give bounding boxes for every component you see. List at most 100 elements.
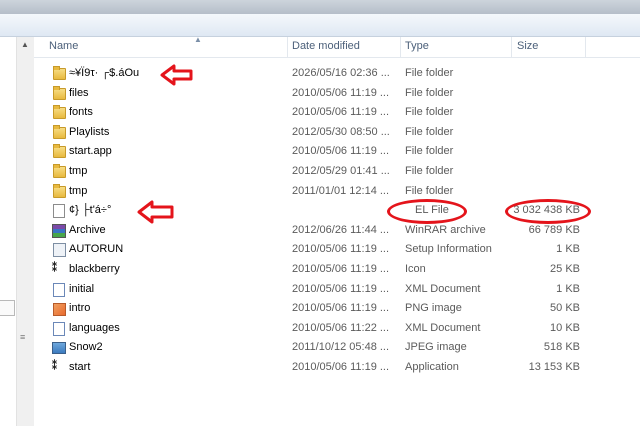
xml-icon [53,321,65,336]
scroll-up-arrow-icon[interactable]: ▲ [21,40,29,49]
item-type: File folder [405,106,454,119]
item-size: 13 153 KB [528,360,580,373]
item-date: 2010/05/06 11:19 ... [292,262,390,275]
item-date: 2010/05/06 11:19 ... [292,360,390,373]
item-name: initial [69,282,95,295]
item-name: ≈¥Ï9τ· ┌$.áOu [69,67,140,79]
item-size: 10 KB [550,321,580,334]
folder-icon [53,66,66,80]
item-type: PNG image [405,302,462,315]
item-type: File folder [405,164,454,177]
jpeg-icon [52,342,66,355]
item-date: 2010/05/06 11:19 ... [292,282,390,295]
item-name: Snow2 [69,341,103,354]
item-type: XML Document [405,321,481,334]
column-divider[interactable] [287,37,288,57]
item-date: 2010/05/06 11:19 ... [292,145,390,158]
setup-info-icon [53,243,66,258]
item-date: 2010/05/06 11:22 ... [292,321,390,334]
item-size: 518 KB [543,341,580,354]
list-item[interactable]: ⁑ blackberry 2010/05/06 11:19 ... Icon 2… [34,260,640,280]
item-size: 1 KB [556,243,580,256]
list-item[interactable]: fonts 2010/05/06 11:19 ... File folder [34,103,640,123]
item-name: intro [69,302,91,315]
item-type: File folder [405,67,454,79]
annotation-arrow-icon [160,64,193,86]
list-item[interactable]: intro 2010/05/06 11:19 ... PNG image 50 … [34,299,640,319]
item-date: 2011/01/01 12:14 ... [292,184,390,197]
item-name: AUTORUN [69,243,124,256]
column-divider[interactable] [511,37,512,57]
list-item[interactable]: Playlists 2012/05/30 08:50 ... File fold… [34,123,640,143]
folder-icon [53,105,66,120]
item-date: 2010/05/06 11:19 ... [292,243,390,256]
list-item[interactable]: initial 2010/05/06 11:19 ... XML Documen… [34,280,640,300]
list-item[interactable]: ≈¥Ï9τ· ┌$.áOu 2026/05/16 02:36 ... File … [34,64,640,84]
item-type: JPEG image [405,341,467,354]
list-item[interactable]: start.app 2010/05/06 11:19 ... File fold… [34,142,640,162]
item-date: 2011/10/12 05:48 ... [292,341,390,354]
item-size: 25 KB [550,262,580,275]
file-icon [53,204,65,219]
navigation-scrollbar[interactable]: ▲ ≡ [16,37,34,426]
list-item[interactable]: files 2010/05/06 11:19 ... File folder [34,84,640,104]
item-type: XML Document [405,282,481,295]
folder-icon [53,163,66,178]
item-name: blackberry [69,262,120,275]
column-type[interactable]: Type [405,40,429,52]
application-icon: ⁑ [52,360,57,372]
column-name[interactable]: Name [49,40,78,52]
folder-icon [53,124,66,139]
item-name: start.app [69,145,112,158]
folder-icon [53,183,66,198]
item-date: 2010/05/06 11:19 ... [292,86,390,99]
item-date: 2012/05/29 01:41 ... [292,164,390,177]
item-size: 50 KB [550,302,580,315]
column-header: ▲ Name Date modified Type Size [34,35,640,58]
folder-icon [53,144,66,159]
winrar-icon [52,223,66,238]
item-name: fonts [69,106,93,119]
annotation-circle [505,199,591,224]
item-date: 2010/05/06 11:19 ... [292,302,390,315]
item-name: files [69,86,89,99]
item-type: File folder [405,184,454,197]
item-type: File folder [405,125,454,138]
item-name: start [69,360,91,373]
title-bar [0,0,640,14]
item-date: 2012/06/26 11:44 ... [292,223,390,236]
column-divider[interactable] [400,37,401,57]
item-size: 66 789 KB [528,223,580,236]
item-type: File folder [405,145,454,158]
navigation-pane-item[interactable] [0,300,15,316]
item-name: Playlists [69,125,110,138]
item-name: tmp [69,184,88,197]
item-type: Icon [405,262,426,275]
list-item[interactable]: ⁑ start 2010/05/06 11:19 ... Application… [34,358,640,378]
column-date-modified[interactable]: Date modified [292,40,360,52]
list-item[interactable]: AUTORUN 2010/05/06 11:19 ... Setup Infor… [34,240,640,260]
column-divider[interactable] [585,37,586,57]
column-size[interactable]: Size [517,40,538,52]
item-name: Archive [69,223,106,236]
annotation-arrow-icon [137,200,174,224]
scroll-grip-icon[interactable]: ≡ [20,332,25,342]
annotation-circle [387,199,467,224]
item-type: File folder [405,86,454,99]
item-name: tmp [69,164,88,177]
xml-icon [53,282,65,297]
item-name: languages [69,321,120,334]
blackberry-icon: ⁑ [52,262,57,274]
png-icon [53,303,66,317]
item-date: 2010/05/06 11:19 ... [292,106,390,119]
folder-icon [53,85,66,100]
item-date: 2026/05/16 02:36 ... [292,67,390,79]
item-type: Application [405,360,459,373]
item-date: 2012/05/30 08:50 ... [292,125,390,138]
list-item[interactable]: tmp 2012/05/29 01:41 ... File folder [34,162,640,182]
item-name: ¢} ├t'á÷° [69,204,112,217]
list-item[interactable]: Snow2 2011/10/12 05:48 ... JPEG image 51… [34,338,640,358]
sort-ascending-icon: ▲ [194,35,202,44]
toolbar [0,14,640,37]
list-item[interactable]: languages 2010/05/06 11:22 ... XML Docum… [34,319,640,339]
